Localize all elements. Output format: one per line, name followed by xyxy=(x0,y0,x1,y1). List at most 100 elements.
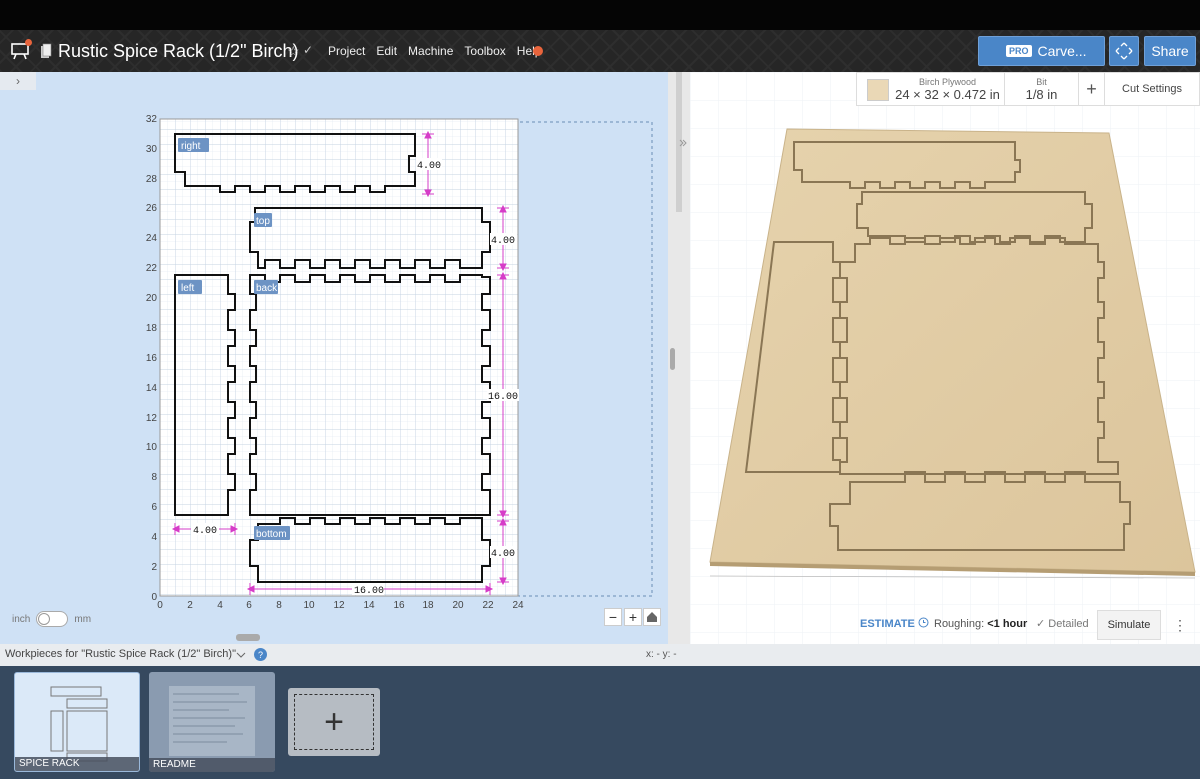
bit-button[interactable]: Bit 1/8 in xyxy=(1005,73,1079,105)
x-tick: 18 xyxy=(422,600,434,611)
material-dimensions: 24 × 32 × 0.472 in xyxy=(895,87,1000,102)
preview-3d-canvas[interactable] xyxy=(690,72,1200,644)
carve-label: Carve... xyxy=(1037,43,1087,59)
workpiece-readme[interactable]: README xyxy=(149,672,275,772)
notification-dot xyxy=(25,39,32,46)
zoom-in-button[interactable]: + xyxy=(624,608,642,626)
menu-machine[interactable]: Machine xyxy=(408,44,453,58)
collapse-right-icon[interactable] xyxy=(678,138,688,148)
dim-left-width: 4.00 xyxy=(193,526,217,537)
panel-expand-button[interactable]: › xyxy=(0,72,36,90)
estimate-button[interactable]: ESTIMATE xyxy=(860,617,929,630)
project-title[interactable]: Rustic Spice Rack (1/2" Birch) xyxy=(58,41,298,62)
chevron-down-icon[interactable]: ✓ xyxy=(303,43,313,57)
label-top[interactable]: top xyxy=(256,216,270,227)
x-tick: 12 xyxy=(333,600,345,611)
x-tick: 6 xyxy=(246,600,252,611)
dim-back-height: 16.00 xyxy=(488,392,518,403)
workpiece-thumbnail xyxy=(169,686,255,756)
detailed-label: Detailed xyxy=(1048,618,1089,630)
workpiece-spice-rack[interactable]: SPICE RACK xyxy=(14,672,140,772)
workpiece-label: README xyxy=(149,758,275,772)
plus-icon: + xyxy=(294,694,374,750)
workpiece-label: SPICE RACK xyxy=(15,757,139,771)
chevron-down-icon[interactable] xyxy=(236,650,246,660)
workpieces-help-icon[interactable]: ? xyxy=(254,648,267,661)
x-tick: 22 xyxy=(482,600,494,611)
checkmark-icon: ✓ xyxy=(1036,618,1046,630)
menu-edit[interactable]: Edit xyxy=(376,44,397,58)
help-status-dot xyxy=(533,46,543,56)
unit-toggle: inch mm xyxy=(12,611,91,627)
add-bit-button[interactable]: + xyxy=(1079,73,1105,105)
dim-bottom-height: 4.00 xyxy=(491,549,515,560)
toggle-knob xyxy=(38,613,51,625)
preview-3d-pane[interactable] xyxy=(690,72,1200,644)
x-tick: 14 xyxy=(363,600,375,611)
x-tick: 24 xyxy=(512,600,524,611)
home-icon xyxy=(647,612,657,622)
x-tick: 16 xyxy=(393,600,405,611)
bit-label: Bit xyxy=(1036,77,1047,87)
horizontal-scroll-handle[interactable] xyxy=(236,634,260,641)
dim-top-height: 4.00 xyxy=(491,236,515,247)
roughing-estimate: Roughing: <1 hour xyxy=(934,618,1027,630)
main-menu: Project Edit Machine Toolbox Help xyxy=(328,44,541,58)
fullscreen-button[interactable] xyxy=(1109,36,1139,66)
x-tick: 0 xyxy=(157,600,163,611)
zoom-out-button[interactable]: − xyxy=(604,608,622,626)
splitter-grip[interactable] xyxy=(670,348,675,370)
dim-bottom-width: 16.00 xyxy=(354,586,384,597)
material-name: Birch Plywood xyxy=(918,77,977,87)
unit-switch[interactable] xyxy=(36,611,69,627)
detailed-estimate[interactable]: ✓ Detailed xyxy=(1036,617,1089,630)
project-file-icon[interactable] xyxy=(40,43,52,59)
cut-settings-button[interactable]: Cut Settings xyxy=(1105,73,1199,105)
workpieces-tray: SPICE RACK README + xyxy=(0,666,1200,779)
design-canvas[interactable]: 0 2 4 6 8 10 12 14 16 18 20 22 24 0 2 4 … xyxy=(0,72,668,644)
material-swatch xyxy=(867,79,889,101)
title-bar: Rustic Spice Rack (1/2" Birch) ☆ ✓ Proje… xyxy=(0,30,1200,72)
y-tick: 12 xyxy=(146,413,158,424)
menu-toolbox[interactable]: Toolbox xyxy=(464,44,505,58)
x-tick: 20 xyxy=(452,600,464,611)
carve-button[interactable]: PRO Carve... xyxy=(978,36,1105,66)
cursor-coordinates: x: - y: - xyxy=(646,649,677,660)
move-arrows-icon xyxy=(1115,42,1133,60)
x-tick: 10 xyxy=(303,600,315,611)
label-right[interactable]: right xyxy=(181,141,201,152)
design-canvas-pane[interactable]: 0 2 4 6 8 10 12 14 16 18 20 22 24 0 2 4 … xyxy=(0,72,668,644)
y-tick: 4 xyxy=(151,532,157,543)
home-view-button[interactable] xyxy=(643,608,661,626)
y-tick: 16 xyxy=(146,353,158,364)
unit-inch-label: inch xyxy=(12,613,31,625)
y-tick: 18 xyxy=(146,323,158,334)
x-tick: 4 xyxy=(217,600,223,611)
dim-right-height: 4.00 xyxy=(417,161,441,172)
share-button[interactable]: Share xyxy=(1144,36,1196,66)
clock-icon xyxy=(918,617,929,628)
more-options-button[interactable]: ⋮ xyxy=(1166,610,1194,640)
material-settings-bar: Birch Plywood 24 × 32 × 0.472 in Bit 1/8… xyxy=(856,72,1200,106)
estimate-label: ESTIMATE xyxy=(860,618,915,630)
material-button[interactable]: Birch Plywood 24 × 32 × 0.472 in xyxy=(857,73,1005,105)
y-tick: 24 xyxy=(146,233,158,244)
label-bottom[interactable]: bottom xyxy=(256,529,287,540)
workpieces-header: Workpieces for "Rustic Spice Rack (1/2" … xyxy=(0,644,1200,666)
x-tick: 8 xyxy=(276,600,282,611)
y-tick: 30 xyxy=(146,144,158,155)
workpieces-title: Workpieces for "Rustic Spice Rack (1/2" … xyxy=(5,648,236,660)
pane-splitter[interactable] xyxy=(668,72,690,644)
bit-size: 1/8 in xyxy=(1025,87,1058,102)
y-tick: 20 xyxy=(146,293,158,304)
unit-mm-label: mm xyxy=(74,613,92,625)
roughing-label: Roughing: xyxy=(934,618,985,630)
simulate-button[interactable]: Simulate xyxy=(1097,610,1161,640)
y-tick: 28 xyxy=(146,174,158,185)
x-tick: 2 xyxy=(187,600,193,611)
label-left[interactable]: left xyxy=(181,283,195,294)
star-icon[interactable]: ☆ xyxy=(287,43,300,60)
menu-project[interactable]: Project xyxy=(328,44,365,58)
label-back[interactable]: back xyxy=(256,283,278,294)
add-workpiece-button[interactable]: + xyxy=(288,688,380,756)
